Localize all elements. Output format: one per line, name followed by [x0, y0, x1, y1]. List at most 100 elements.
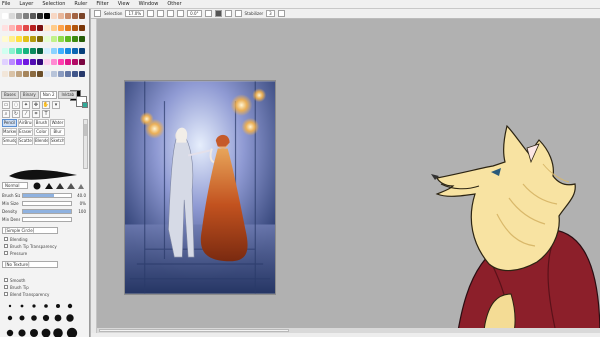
- menu-ruler[interactable]: Ruler: [74, 0, 87, 9]
- color-swatch[interactable]: [72, 36, 78, 43]
- texture-select[interactable]: [No Texture]: [2, 261, 58, 268]
- tool-scatter[interactable]: Scatter: [18, 137, 33, 145]
- min-size-slider[interactable]: [22, 201, 72, 206]
- check-pressure[interactable]: Pressure: [4, 250, 27, 256]
- color-swatch[interactable]: [23, 24, 29, 31]
- color-swatch[interactable]: [9, 70, 15, 77]
- color-swatch[interactable]: [44, 36, 50, 43]
- lasso-icon[interactable]: ◌: [12, 101, 20, 109]
- color-swatch[interactable]: [23, 47, 29, 54]
- color-swatch[interactable]: [37, 47, 43, 54]
- color-swatch[interactable]: [58, 36, 64, 43]
- color-swatch[interactable]: [79, 47, 85, 54]
- brush-size-row[interactable]: Brush Size 40.0: [2, 192, 86, 199]
- tool-sketch[interactable]: Sketch: [50, 137, 65, 145]
- hscroll-thumb[interactable]: [99, 329, 289, 332]
- tool-marker[interactable]: Marker: [2, 128, 17, 136]
- color-swatch[interactable]: [37, 24, 43, 31]
- tool-eraser[interactable]: Eraser: [18, 128, 33, 136]
- color-swatch[interactable]: [30, 36, 36, 43]
- text-icon[interactable]: T: [42, 110, 50, 118]
- color-swatch[interactable]: [65, 70, 71, 77]
- tool-smudge[interactable]: Smudge: [2, 137, 17, 145]
- color-swatches[interactable]: [0, 11, 89, 89]
- menu-selection[interactable]: Selection: [42, 0, 65, 9]
- eyedropper-icon[interactable]: ⁄: [22, 110, 30, 118]
- color-swatch[interactable]: [37, 59, 43, 66]
- tab-inktab[interactable]: Inktab: [58, 91, 78, 99]
- color-swatch[interactable]: [30, 59, 36, 66]
- reset-rotation-icon[interactable]: [204, 10, 212, 17]
- color-swatch[interactable]: [72, 59, 78, 66]
- color-swatch[interactable]: [72, 70, 78, 77]
- rotate-tool-icon[interactable]: ↻: [12, 110, 20, 118]
- check-blending[interactable]: Blending: [4, 236, 28, 242]
- brush-shape-presets[interactable]: [32, 181, 84, 191]
- zoom-tool-icon[interactable]: ⌕: [2, 110, 10, 118]
- color-swatch[interactable]: [44, 13, 50, 19]
- magic-wand-icon[interactable]: ✦: [22, 101, 30, 109]
- color-swatch[interactable]: [30, 24, 36, 31]
- color-swatch[interactable]: [51, 13, 57, 19]
- color-swatch[interactable]: [16, 59, 22, 66]
- color-swatch[interactable]: [58, 47, 64, 54]
- zoom-in-icon[interactable]: [157, 10, 165, 17]
- color-swatch[interactable]: [2, 36, 8, 43]
- min-density-row[interactable]: Min Density: [2, 216, 86, 223]
- color-swatch[interactable]: [9, 59, 15, 66]
- color-swatch[interactable]: [2, 47, 8, 54]
- color-swatch[interactable]: [23, 36, 29, 43]
- hand-icon[interactable]: ✋: [42, 101, 50, 109]
- color-swatch[interactable]: [65, 13, 71, 19]
- color-swatch[interactable]: [65, 59, 71, 66]
- color-swatch[interactable]: [58, 13, 64, 19]
- stabilizer-field[interactable]: 3: [266, 10, 275, 17]
- color-swatch[interactable]: [23, 59, 29, 66]
- color-swatch[interactable]: [51, 59, 57, 66]
- tool-blender[interactable]: Blender: [34, 137, 49, 145]
- color-swatch[interactable]: [51, 24, 57, 31]
- tool-blur[interactable]: Blur: [50, 128, 65, 136]
- color-swatch[interactable]: [16, 70, 22, 77]
- color-swatch[interactable]: [30, 70, 36, 77]
- color-swatch[interactable]: [58, 70, 64, 77]
- menu-other[interactable]: Other: [167, 0, 181, 9]
- color-swatch[interactable]: [16, 47, 22, 54]
- tool-airbrush[interactable]: AirBrush: [18, 119, 33, 127]
- transparent-color-chip[interactable]: [82, 102, 88, 108]
- min-size-row[interactable]: Min Size 0%: [2, 200, 86, 207]
- color-swatch[interactable]: [23, 13, 29, 19]
- dropdown-icon[interactable]: [277, 10, 285, 17]
- brush-size-slider[interactable]: [22, 193, 72, 198]
- color-swatch[interactable]: [37, 70, 43, 77]
- color-swatch[interactable]: [2, 24, 8, 31]
- color-swatch[interactable]: [72, 13, 78, 19]
- canvas-artwork[interactable]: [124, 80, 276, 295]
- color-swatch[interactable]: [51, 36, 57, 43]
- color-swatch[interactable]: [58, 59, 64, 66]
- color-swatch[interactable]: [51, 70, 57, 77]
- color-swatch[interactable]: [65, 47, 71, 54]
- color-swatch[interactable]: [79, 13, 85, 19]
- move-icon[interactable]: ✥: [32, 101, 40, 109]
- angle-field[interactable]: 0.0°: [187, 10, 202, 17]
- color-swatch[interactable]: [30, 13, 36, 19]
- crop-icon[interactable]: ⌗: [32, 110, 40, 118]
- color-swatch[interactable]: [44, 47, 50, 54]
- tool-water[interactable]: Water: [50, 119, 65, 127]
- brush-size-presets[interactable]: [4, 301, 86, 337]
- ruler-icon[interactable]: [234, 10, 242, 17]
- color-swatch[interactable]: [2, 70, 8, 77]
- color-swatch[interactable]: [30, 47, 36, 54]
- check-tip-transparency[interactable]: Brush Tip Transparency: [4, 243, 57, 249]
- tab-bases[interactable]: Bases: [1, 91, 19, 99]
- color-swatch[interactable]: [79, 24, 85, 31]
- color-swatch[interactable]: [9, 36, 15, 43]
- color-swatch[interactable]: [79, 36, 85, 43]
- select-icon[interactable]: [94, 10, 101, 17]
- menu-file[interactable]: File: [2, 0, 10, 9]
- tab-binary[interactable]: Binary: [19, 91, 39, 99]
- color-swatch[interactable]: [72, 47, 78, 54]
- scrollbar-thumb[interactable]: [84, 124, 87, 136]
- color-swatch[interactable]: [37, 36, 43, 43]
